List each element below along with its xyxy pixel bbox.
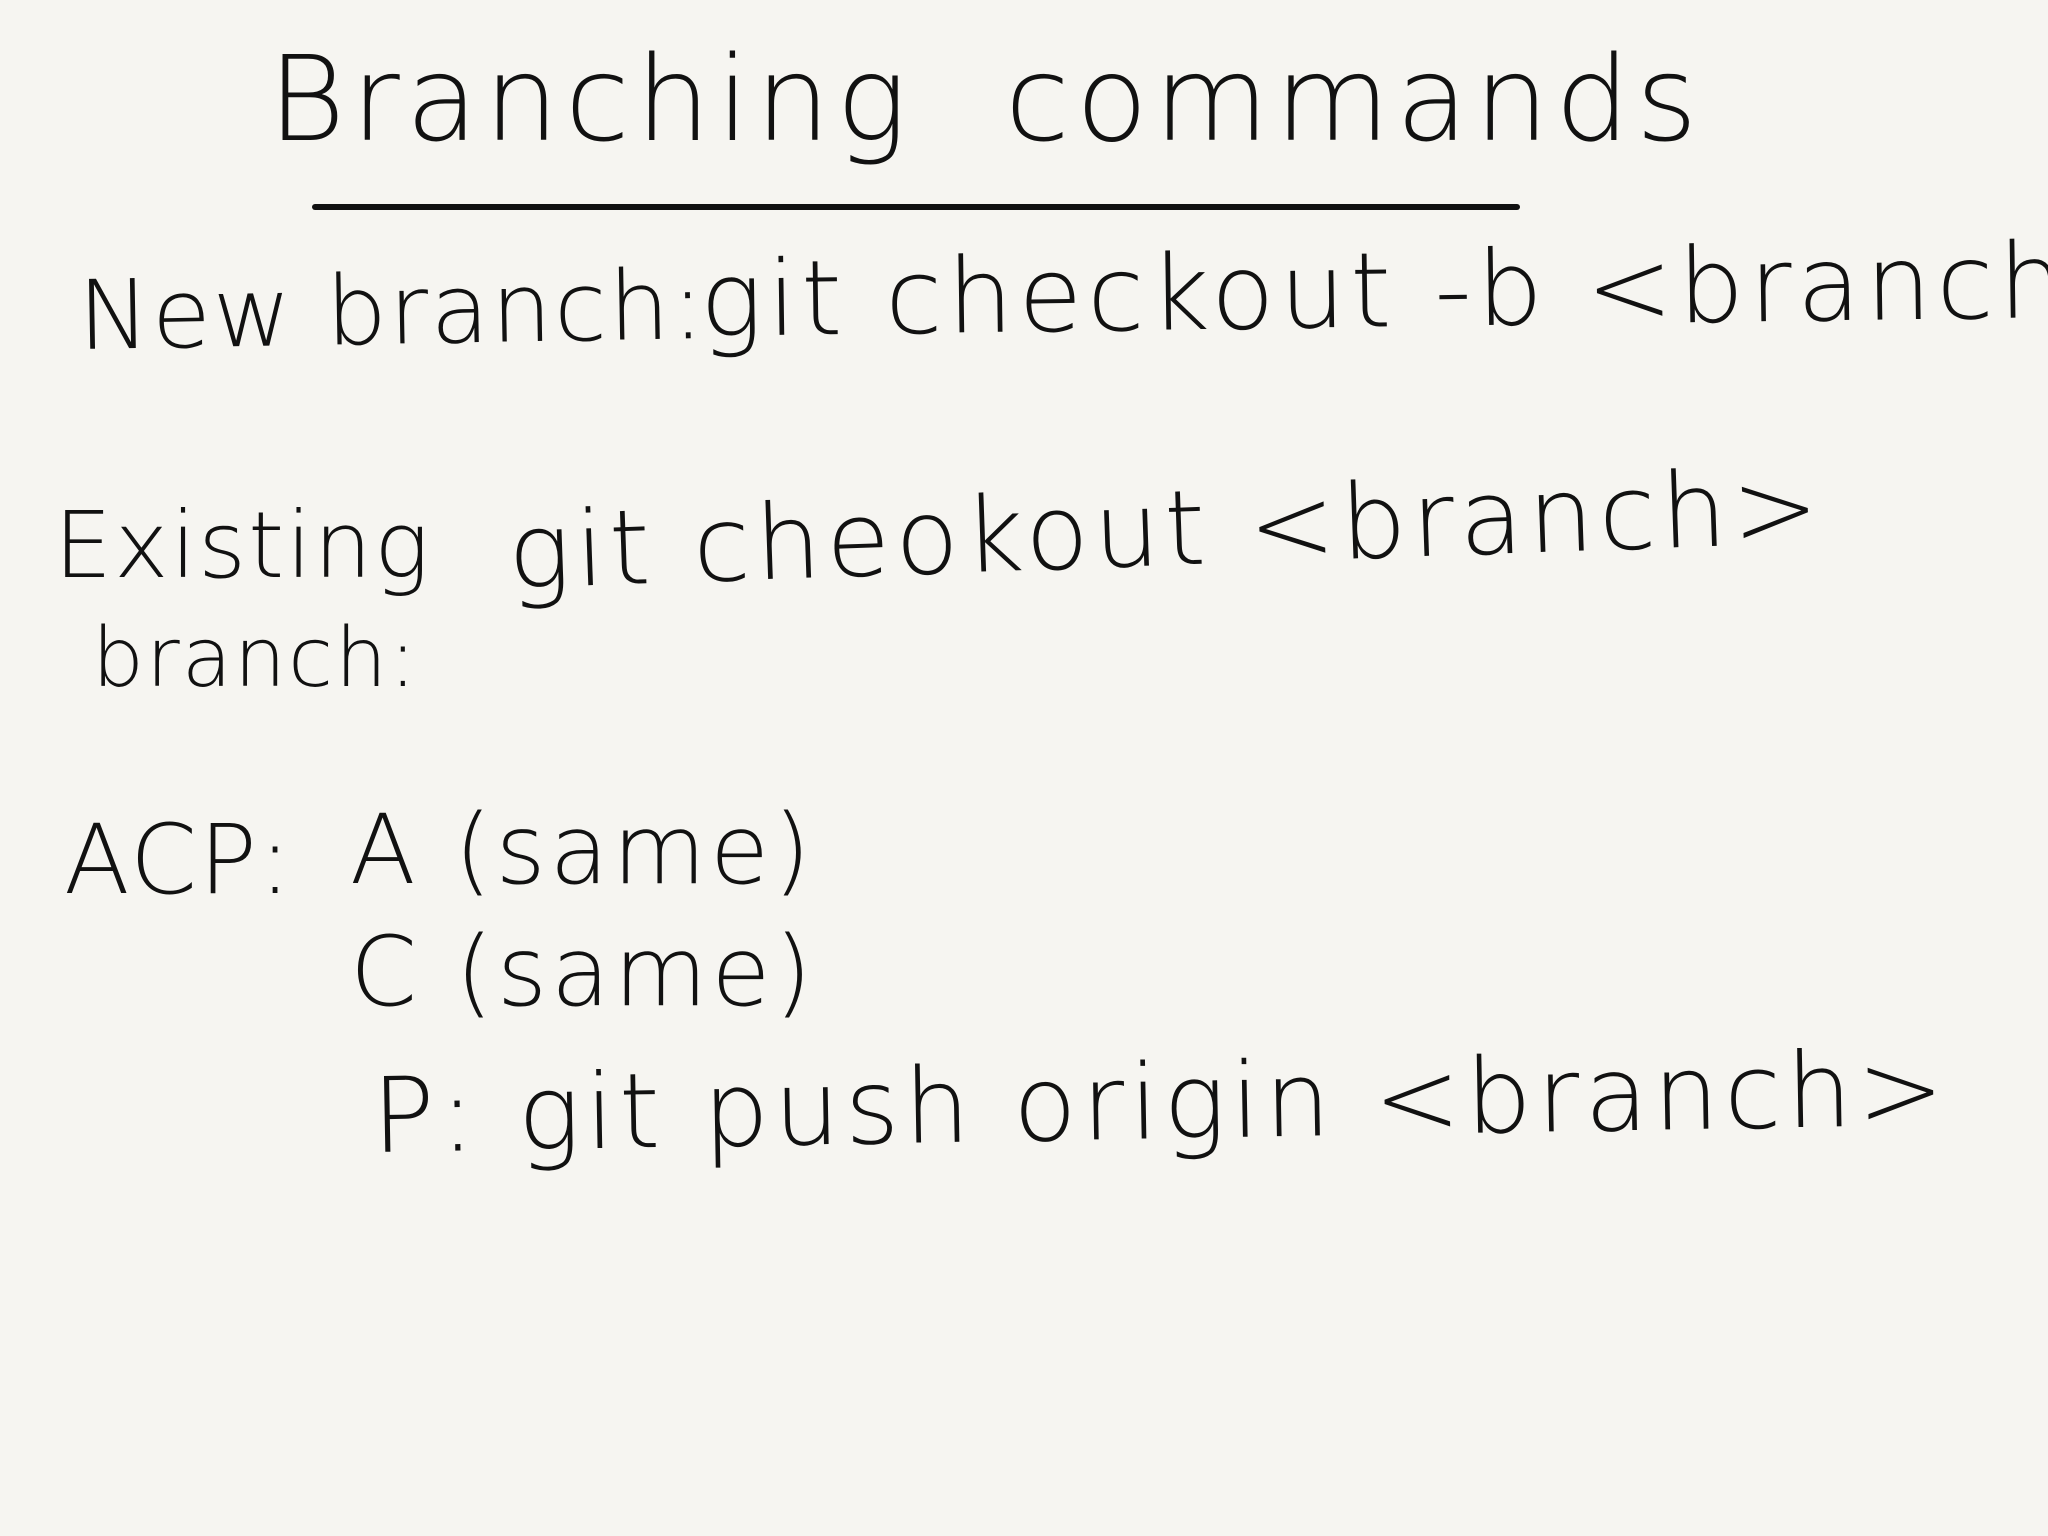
new-branch-label: New branch: bbox=[77, 249, 707, 372]
note-title: Branching commands bbox=[268, 40, 1703, 158]
existing-branch-label-line1: Existing bbox=[54, 492, 432, 599]
title-underline bbox=[312, 204, 1520, 210]
new-branch-command: git checkout -b <branch> bbox=[699, 218, 2048, 361]
existing-branch-command: git cheokout <branch> bbox=[505, 445, 1826, 613]
existing-branch-label-line2: branch: bbox=[92, 611, 419, 706]
handwritten-note-canvas: Branching commands New branch: git checko… bbox=[0, 0, 2048, 1536]
note-title-left: Branching bbox=[268, 30, 913, 168]
acp-p-line: P: git push origin <branch> bbox=[370, 1027, 1951, 1177]
acp-a-line: A (same) bbox=[350, 794, 815, 906]
acp-c-line: C (same) bbox=[350, 916, 816, 1028]
acp-label: ACP: bbox=[64, 804, 294, 916]
note-title-right: commands bbox=[1004, 30, 1704, 168]
